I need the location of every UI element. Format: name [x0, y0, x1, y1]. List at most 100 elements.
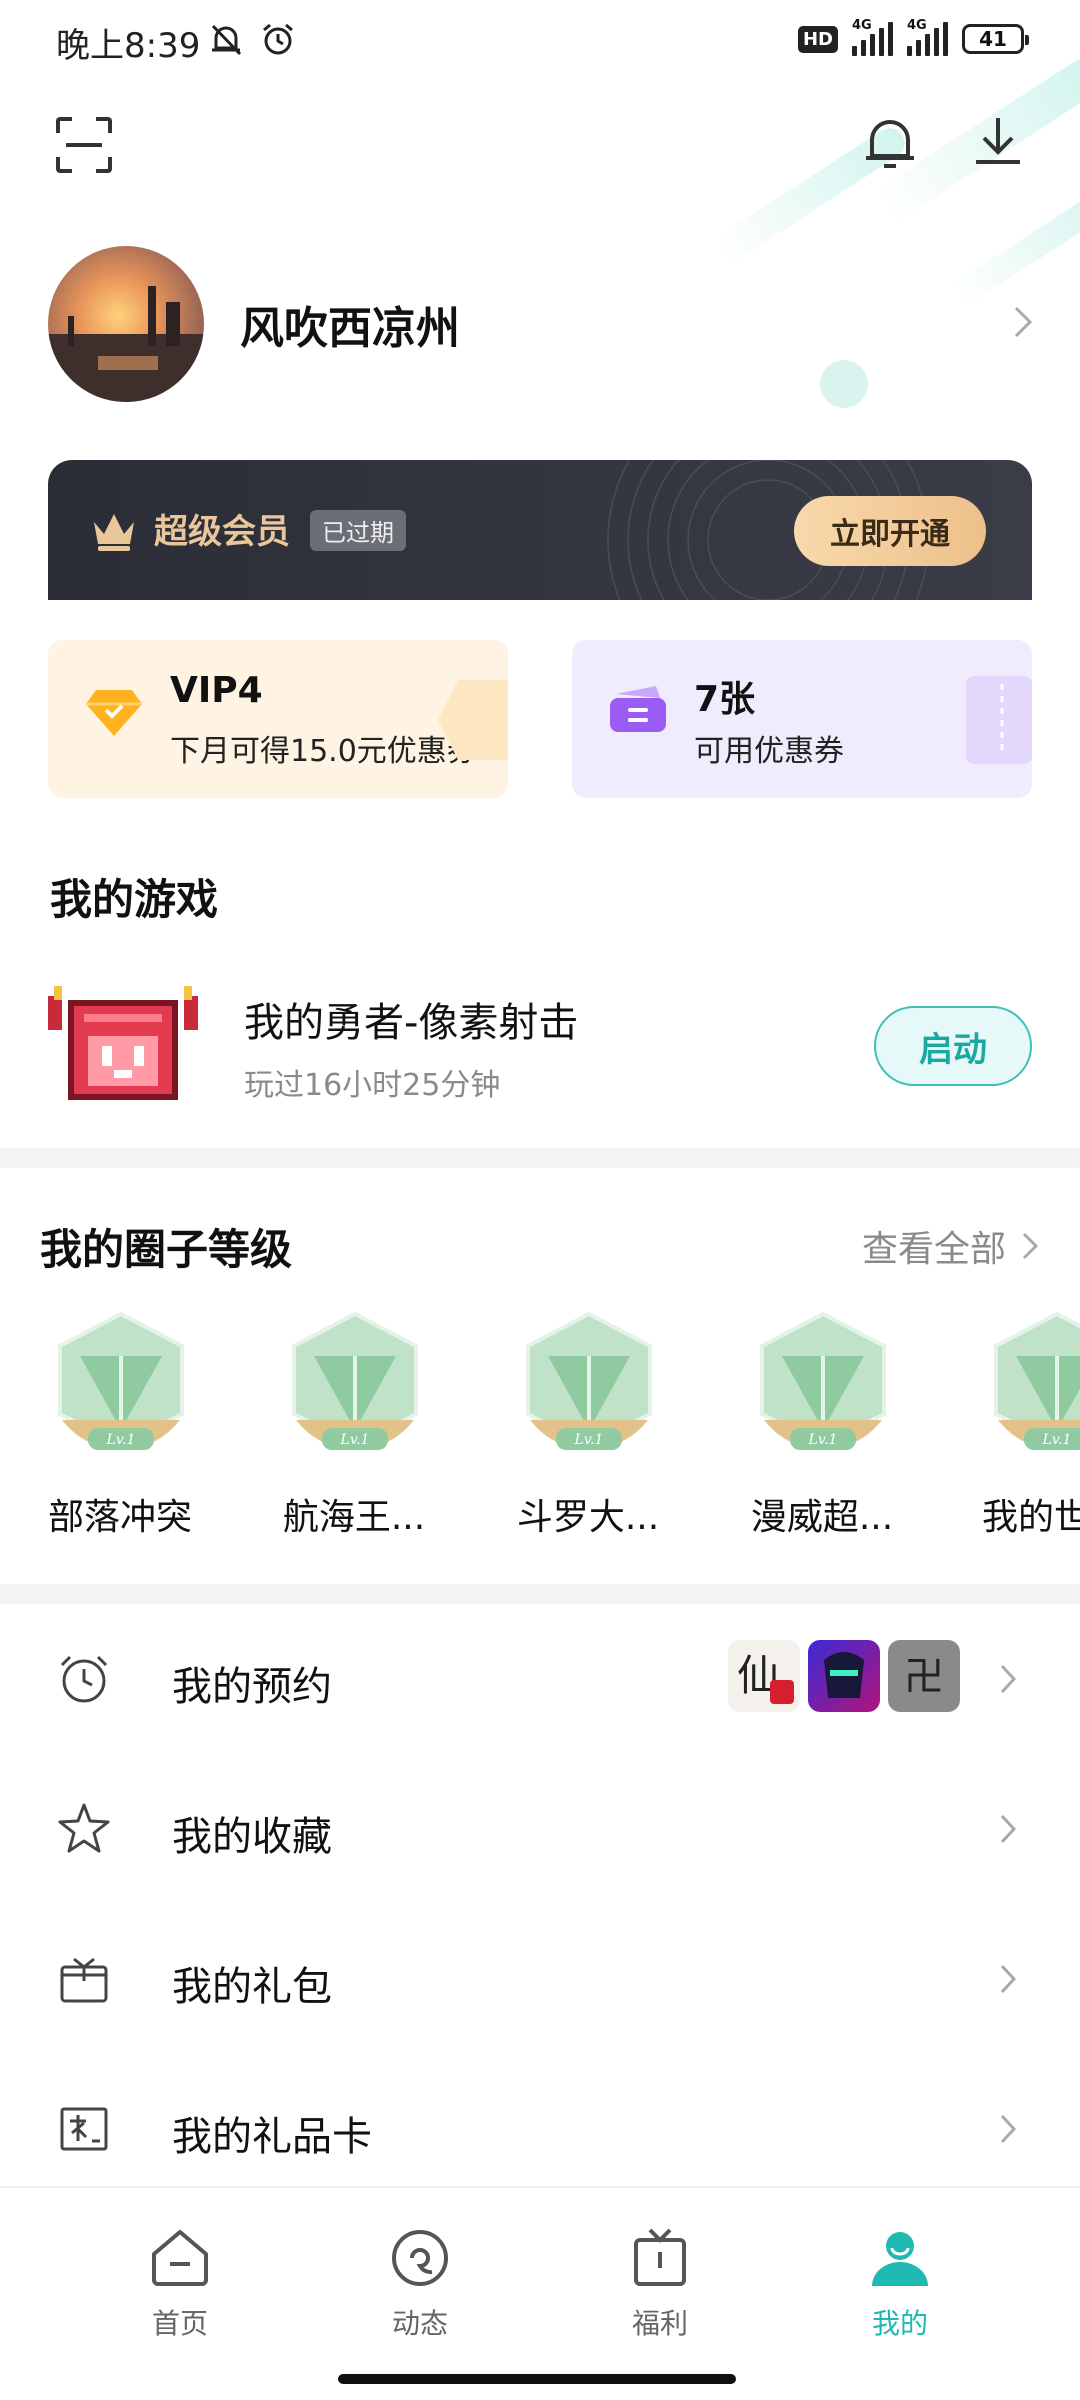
- circle-item[interactable]: Lv.1 斗罗大...: [488, 1310, 688, 1550]
- circle-name: 我的世: [982, 1497, 1080, 1538]
- vip-expired-badge: 已过期: [310, 510, 406, 551]
- nav-home[interactable]: 首页: [110, 2226, 250, 2346]
- ticket-decoration: [966, 676, 1032, 764]
- svg-text:Lv.1: Lv.1: [340, 1432, 370, 1448]
- circle-name: 航海王...: [282, 1497, 426, 1538]
- gift-icon: [634, 2228, 686, 2286]
- svg-text:Lv.1: Lv.1: [106, 1432, 136, 1448]
- gift-card-icon: [60, 2107, 108, 2151]
- chevron-right-icon: [1022, 1232, 1039, 1260]
- chevron-right-icon: [1000, 1964, 1017, 1994]
- avatar[interactable]: [48, 246, 204, 402]
- nav-label: 我的: [871, 2307, 928, 2340]
- super-vip-banner[interactable]: 超级会员 已过期 立即开通: [48, 460, 1032, 610]
- circle-item[interactable]: Lv.1 漫威超...: [722, 1310, 922, 1550]
- download-icon[interactable]: [968, 112, 1028, 172]
- circle-item[interactable]: Lv.1 航海王...: [254, 1310, 454, 1550]
- menu-item-reservations[interactable]: 我的预约 仙 卍: [0, 1604, 1080, 1754]
- hd-badge: HD: [797, 25, 838, 53]
- profile-icon: [872, 2232, 928, 2286]
- game-thumbnail: [808, 1640, 880, 1712]
- svg-text:Lv.1: Lv.1: [808, 1432, 838, 1448]
- game-thumbnail: 卍: [888, 1640, 960, 1712]
- gift-box-icon: [60, 1957, 108, 2003]
- diamond-icon: [86, 690, 142, 736]
- nav-label: 福利: [631, 2307, 688, 2340]
- launch-button[interactable]: 启动: [874, 1006, 1032, 1086]
- battery-icon: 41: [962, 24, 1029, 54]
- alarm-icon: [263, 23, 293, 55]
- circle-level-title: 我的圈子等级: [40, 1225, 293, 1274]
- svg-text:卍: 卍: [904, 1654, 944, 1700]
- mute-bell-icon: [211, 24, 242, 56]
- crown-icon: [94, 514, 134, 551]
- coupon-desc: 可用优惠券: [694, 734, 844, 769]
- circle-name: 部落冲突: [47, 1497, 192, 1538]
- vip-level-desc: 下月可得15.0元优惠券: [170, 734, 477, 769]
- game-playtime: 玩过16小时25分钟: [244, 1068, 501, 1103]
- my-games-title: 我的游戏: [50, 875, 219, 924]
- section-divider: [0, 1584, 1080, 1604]
- game-row[interactable]: 我的勇者-像素射击 玩过16小时25分钟 启动: [48, 980, 1032, 1120]
- svg-text:Lv.1: Lv.1: [574, 1432, 604, 1448]
- status-time: 晚上8:39: [56, 26, 201, 66]
- open-vip-button[interactable]: 立即开通: [794, 496, 986, 566]
- reservation-thumbnails: 仙 卍: [728, 1640, 960, 1712]
- home-indicator[interactable]: [338, 2374, 736, 2384]
- chevron-right-icon: [1000, 2114, 1017, 2144]
- menu-label: 我的预约: [172, 1664, 332, 1710]
- game-thumbnail: 仙: [728, 1640, 800, 1712]
- feed-icon: [392, 2230, 448, 2286]
- star-icon: [58, 1803, 110, 1853]
- level-badge-icon: Lv.1: [760, 1311, 886, 1450]
- profile-row[interactable]: 风吹西凉州: [48, 244, 1038, 404]
- level-badge-icon: Lv.1: [292, 1311, 418, 1450]
- signal-icon: 4G: [852, 18, 893, 56]
- nav-label: 首页: [151, 2307, 208, 2340]
- signal-icon-2: 4G: [907, 18, 948, 56]
- chevron-right-icon: [1000, 1814, 1017, 1844]
- scan-icon[interactable]: [54, 115, 114, 175]
- level-badge-icon: Lv.1: [994, 1311, 1080, 1450]
- diamond-decoration: [438, 680, 508, 760]
- menu-item-favorites[interactable]: 我的收藏: [0, 1754, 1080, 1904]
- menu-label: 我的礼包: [172, 1964, 332, 2010]
- chevron-right-icon: [1000, 1664, 1017, 1694]
- coupon-count: 7张: [694, 679, 756, 720]
- svg-text:Lv.1: Lv.1: [1042, 1432, 1072, 1448]
- circle-item[interactable]: Lv.1 我的世: [956, 1310, 1080, 1550]
- nav-feed[interactable]: 动态: [350, 2226, 490, 2346]
- bottom-navigation: 首页 动态 福利 我的: [0, 2186, 1080, 2400]
- menu-item-gift-cards[interactable]: 我的礼品卡: [0, 2054, 1080, 2204]
- chevron-right-icon[interactable]: [1008, 302, 1038, 342]
- username: 风吹西凉州: [240, 303, 460, 354]
- nav-mine[interactable]: 我的: [830, 2226, 970, 2346]
- status-left-icons: [206, 20, 298, 60]
- vip-level-card[interactable]: VIP4 下月可得15.0元优惠券: [48, 640, 508, 798]
- circle-name: 漫威超...: [750, 1497, 894, 1538]
- menu-item-gift-packs[interactable]: 我的礼包: [0, 1904, 1080, 2054]
- circle-name: 斗罗大...: [516, 1497, 660, 1538]
- nav-benefits[interactable]: 福利: [590, 2226, 730, 2346]
- menu-label: 我的收藏: [172, 1814, 332, 1860]
- game-name: 我的勇者-像素射击: [244, 1000, 579, 1046]
- level-badge-icon: Lv.1: [526, 1311, 652, 1450]
- section-divider: [0, 1148, 1080, 1168]
- status-right: HD 4G 4G 41: [797, 18, 1029, 56]
- circle-list[interactable]: Lv.1 部落冲突 Lv.1 航海王... Lv.1 斗罗大... Lv.1 漫…: [0, 1310, 1080, 1550]
- circle-item[interactable]: Lv.1 部落冲突: [20, 1310, 220, 1550]
- bell-icon[interactable]: [860, 112, 920, 172]
- alarm-clock-icon: [60, 1655, 108, 1703]
- menu-label: 我的礼品卡: [172, 2114, 372, 2160]
- vip-title: 超级会员: [154, 512, 290, 552]
- coupon-card[interactable]: 7张 可用优惠券: [572, 640, 1032, 798]
- home-icon: [152, 2230, 208, 2286]
- ticket-icon: [610, 686, 666, 732]
- vip-level: VIP4: [170, 670, 263, 711]
- nav-label: 动态: [391, 2307, 448, 2340]
- status-bar: 晚上8:39 HD 4G 4G 41: [0, 0, 1080, 84]
- level-badge-icon: Lv.1: [58, 1311, 184, 1450]
- menu-list: 我的预约 仙 卍 我的收藏 我的礼包 我的礼品卡: [0, 1604, 1080, 2204]
- view-all-link[interactable]: 查看全部: [862, 1220, 1040, 1272]
- game-icon[interactable]: [48, 986, 198, 1106]
